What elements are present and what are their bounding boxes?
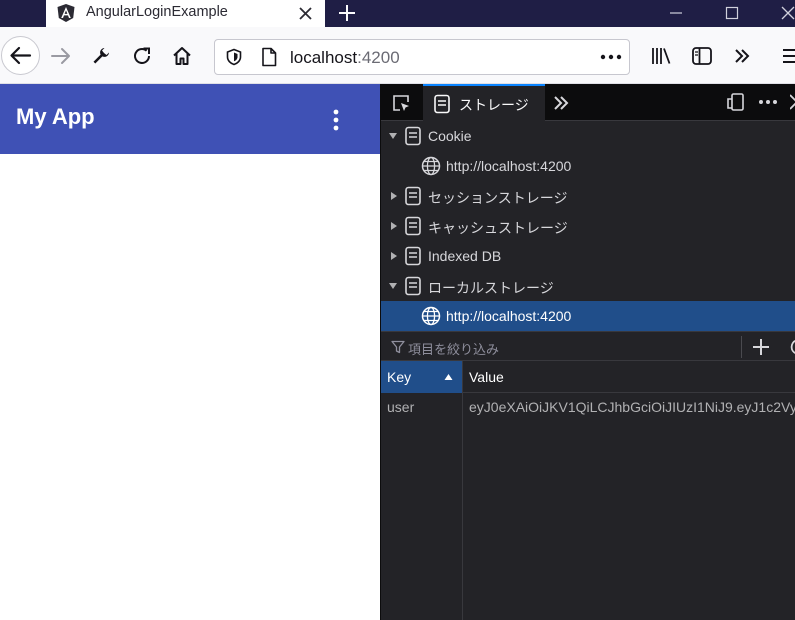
caret-right-icon (391, 222, 397, 230)
add-item-icon[interactable] (751, 337, 771, 357)
navigation-bar: localhost:4200 (0, 27, 795, 84)
tree-label: キャッシュストレージ (428, 220, 568, 236)
tree-item-cache-storage[interactable]: キャッシュストレージ (381, 211, 795, 241)
tree-label: Indexed DB (428, 248, 502, 264)
element-picker-icon[interactable] (391, 93, 411, 113)
caret-right-icon (391, 192, 397, 200)
tree-item-indexed-db[interactable]: Indexed DB (381, 241, 795, 271)
cell-value: eyJ0eXAiOiJKV1QiLCJhbGciOiJIUzI1NiJ9.eyJ… (469, 399, 795, 415)
devtools-panel: ストレージ Cookie http://localhost:4200 セッション… (380, 84, 795, 620)
window-close-icon[interactable] (779, 4, 795, 22)
close-devtools-icon[interactable] (790, 94, 795, 110)
refresh-icon[interactable] (785, 338, 795, 356)
more-vert-icon[interactable] (328, 108, 344, 132)
tab-title: AngularLoginExample (86, 4, 228, 20)
database-icon (405, 276, 421, 296)
tree-label: http://localhost:4200 (446, 158, 572, 174)
tree-item-local-storage[interactable]: ローカルストレージ (381, 271, 795, 301)
shield-icon[interactable] (225, 48, 243, 66)
app-toolbar: My App (0, 84, 380, 154)
minimize-icon[interactable] (668, 5, 684, 21)
cell-key: user (387, 399, 415, 415)
wrench-icon[interactable] (91, 46, 111, 66)
database-icon (405, 216, 421, 236)
storage-icon (433, 94, 451, 114)
chevron-double-right-icon[interactable] (733, 47, 751, 65)
tree-item-session-storage[interactable]: セッションストレージ (381, 181, 795, 211)
database-icon (405, 126, 421, 146)
toolbar-separator (741, 336, 742, 358)
column-header-key[interactable]: Key (381, 361, 462, 393)
back-button[interactable] (1, 36, 40, 75)
new-tab-icon[interactable] (337, 3, 357, 23)
library-icon[interactable] (651, 46, 673, 66)
app-content (0, 154, 380, 620)
caret-right-icon (391, 252, 397, 260)
chevron-double-right-icon[interactable] (552, 94, 570, 112)
reload-icon[interactable] (131, 45, 153, 67)
tree-label: ローカルストレージ (428, 280, 554, 296)
database-icon (405, 186, 421, 206)
arrow-left-icon (10, 46, 32, 65)
hamburger-menu-icon[interactable] (781, 47, 795, 65)
filter-bar: 項目を絞り込み (381, 331, 795, 361)
sidebar-icon[interactable] (691, 46, 713, 66)
angular-logo-icon (56, 3, 76, 23)
maximize-icon[interactable] (724, 5, 740, 21)
page-actions-icon[interactable] (600, 54, 622, 60)
home-icon[interactable] (171, 45, 193, 67)
column-header-key-label: Key (387, 369, 412, 385)
table-row-value-cell[interactable]: eyJ0eXAiOiJKV1QiLCJhbGciOiJIUzI1NiJ9.eyJ… (462, 393, 795, 423)
filter-input[interactable]: 項目を絞り込み (408, 339, 499, 358)
url-bar[interactable]: localhost:4200 (214, 39, 630, 75)
sort-ascending-icon (444, 374, 453, 380)
url-text[interactable]: localhost:4200 (290, 48, 400, 68)
page-icon (260, 47, 278, 67)
tree-label: セッションストレージ (428, 190, 568, 206)
app-title: My App (16, 104, 95, 129)
tree-item-local-storage-origin[interactable]: http://localhost:4200 (381, 301, 795, 331)
responsive-design-icon[interactable] (725, 92, 745, 112)
devtools-toolbar: ストレージ (381, 84, 795, 121)
globe-icon (421, 156, 441, 176)
globe-icon (421, 306, 441, 326)
column-header-value[interactable]: Value (462, 361, 795, 393)
tree-label: Cookie (428, 128, 472, 144)
url-host: localhost (290, 48, 358, 67)
database-icon (405, 246, 421, 266)
caret-down-icon (389, 283, 397, 289)
table-row-key-cell[interactable]: user (381, 393, 462, 423)
more-options-icon[interactable] (758, 99, 778, 105)
tree-label: http://localhost:4200 (446, 308, 572, 324)
forward-icon[interactable] (49, 45, 73, 67)
close-tab-icon[interactable] (298, 6, 313, 21)
column-divider (462, 423, 463, 620)
tab-strip: AngularLoginExample (0, 0, 795, 27)
url-port: :4200 (357, 48, 400, 67)
column-header-value-label: Value (469, 369, 504, 385)
tab-storage-label: ストレージ (459, 97, 529, 113)
tree-item-cookie[interactable]: Cookie (381, 121, 795, 151)
browser-tab[interactable]: AngularLoginExample (46, 0, 325, 27)
tab-storage[interactable]: ストレージ (423, 84, 545, 121)
filter-icon (391, 340, 405, 354)
caret-down-icon (389, 133, 397, 139)
tree-item-cookie-origin[interactable]: http://localhost:4200 (381, 151, 795, 181)
